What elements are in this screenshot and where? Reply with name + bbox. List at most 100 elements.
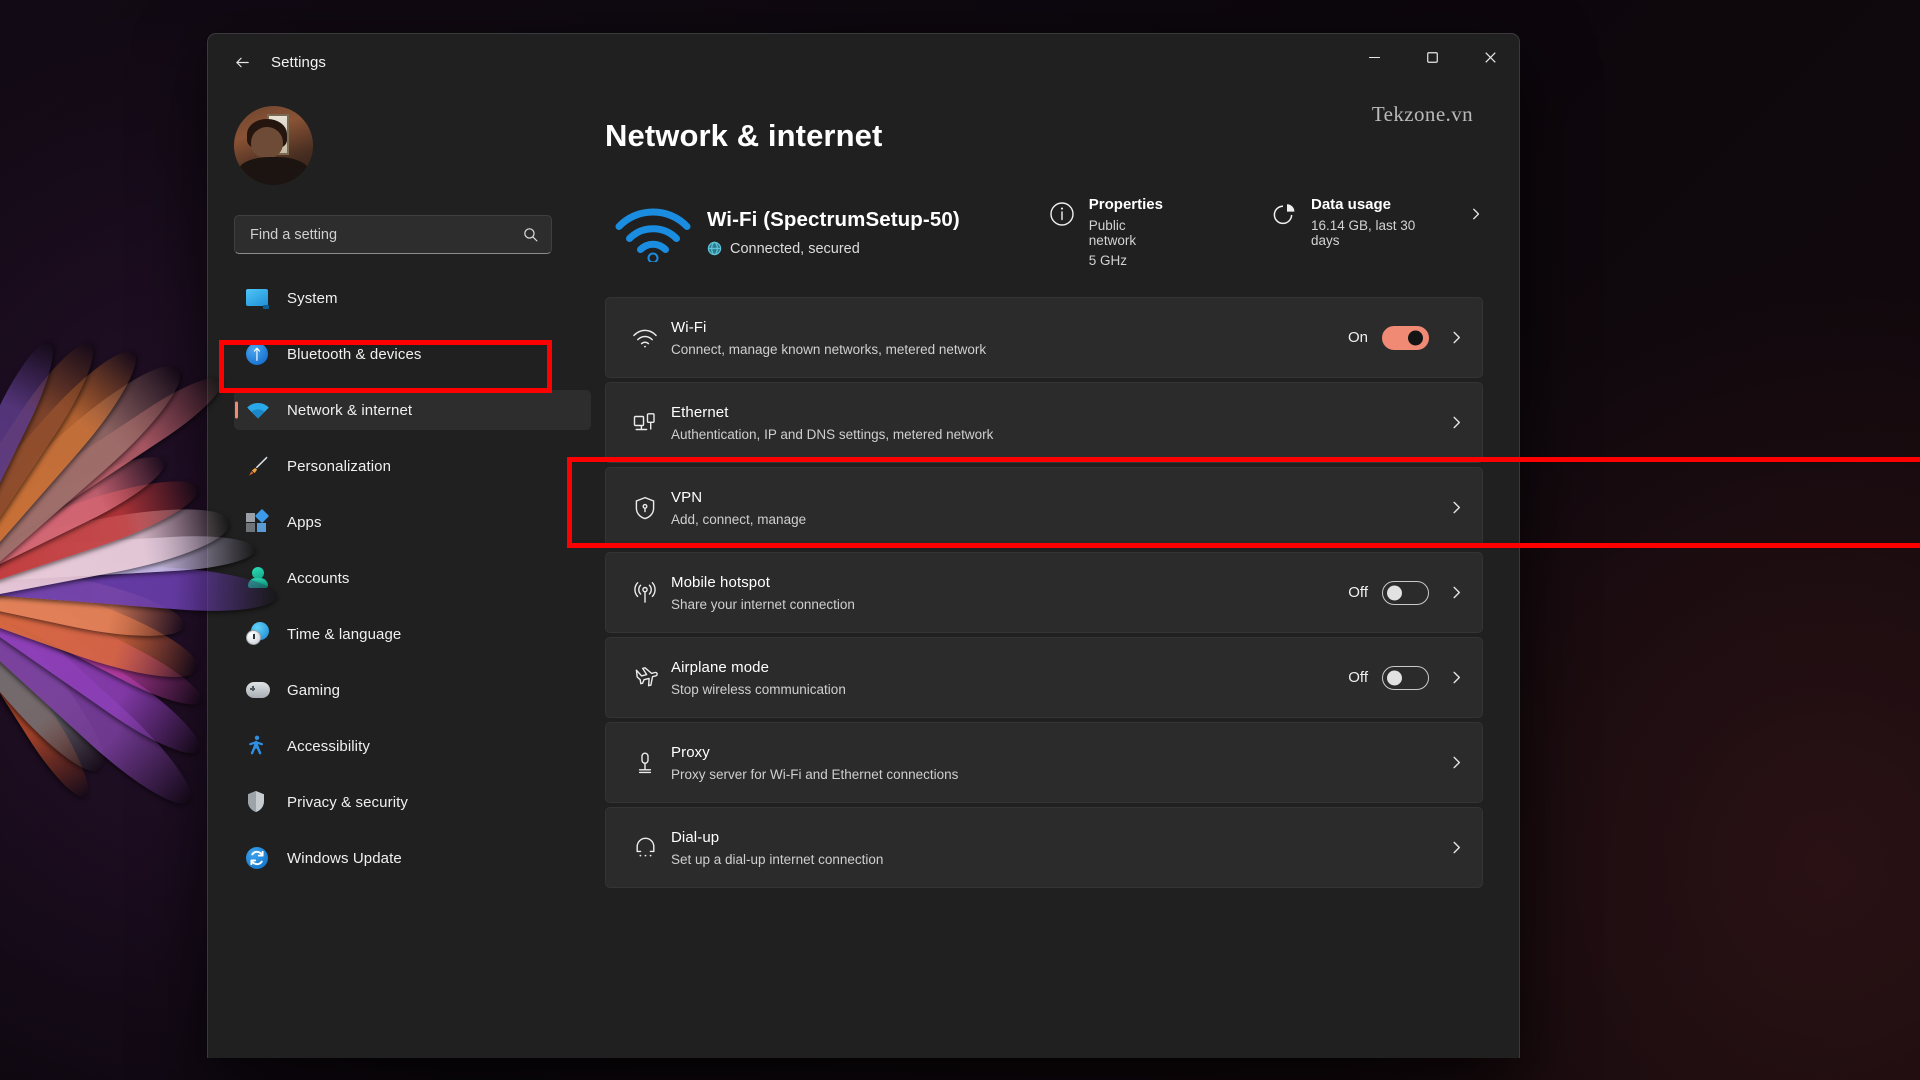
settings-row-subtitle: Authentication, IP and DNS settings, met… — [671, 427, 1429, 442]
paintbrush-icon — [246, 454, 270, 478]
minimize-button[interactable] — [1345, 34, 1403, 81]
chevron-right-icon[interactable] — [1449, 415, 1464, 430]
settings-window: Settings Tekzone.vn — [207, 33, 1520, 1058]
airplane-mode-toggle[interactable] — [1382, 666, 1429, 690]
settings-row-subtitle: Stop wireless communication — [671, 682, 1348, 697]
maximize-icon — [1426, 51, 1439, 64]
ethernet-icon — [628, 412, 662, 434]
sidebar-item-accessibility[interactable]: Accessibility — [234, 726, 591, 766]
settings-row-vpn[interactable]: VPN Add, connect, manage — [605, 467, 1483, 548]
settings-row-airplane-mode[interactable]: Airplane mode Stop wireless communicatio… — [605, 637, 1483, 718]
settings-row-right: Off — [1348, 581, 1464, 605]
settings-row-proxy[interactable]: Proxy Proxy server for Wi-Fi and Etherne… — [605, 722, 1483, 803]
avatar[interactable] — [234, 106, 313, 185]
chevron-right-glyph — [1449, 330, 1464, 345]
wallpaper-bloom-bottom-right — [1630, 850, 1920, 1080]
settings-row-title: Airplane mode — [671, 659, 1348, 676]
sidebar: System ᛏ Bluetooth & devices — [208, 90, 605, 1058]
sidebar-item-label: Personalization — [287, 458, 391, 475]
search-wrapper — [208, 185, 605, 254]
properties-card[interactable]: Properties Public network 5 GHz — [1048, 196, 1163, 268]
airplane-glyph — [633, 666, 658, 689]
search-box[interactable] — [234, 215, 552, 254]
settings-row-body: VPN Add, connect, manage — [671, 489, 1429, 527]
sidebar-item-windows-update[interactable]: Windows Update — [234, 838, 591, 878]
back-button[interactable] — [222, 45, 262, 79]
update-icon — [246, 846, 270, 870]
avatar-face-detail — [251, 127, 283, 159]
pie-chart-icon — [1270, 200, 1298, 228]
sidebar-item-label: Privacy & security — [287, 794, 408, 811]
accessibility-glyph — [246, 734, 268, 757]
toggle-knob — [1408, 330, 1423, 345]
settings-row-title: Mobile hotspot — [671, 574, 1348, 591]
sidebar-item-time-language[interactable]: Time & language — [234, 614, 591, 654]
settings-row-dial-up[interactable]: Dial-up Set up a dial-up internet connec… — [605, 807, 1483, 888]
settings-row-title: VPN — [671, 489, 1429, 506]
settings-row-subtitle: Connect, manage known networks, metered … — [671, 342, 1348, 357]
maximize-button[interactable] — [1403, 34, 1461, 81]
settings-row-right — [1429, 500, 1464, 515]
sidebar-item-network-internet[interactable]: Network & internet — [234, 390, 591, 430]
settings-row-title: Wi-Fi — [671, 319, 1348, 336]
toggle-state-label: Off — [1348, 669, 1368, 686]
globe-icon — [707, 241, 722, 256]
wifi-toggle[interactable] — [1382, 326, 1429, 350]
settings-row-wifi[interactable]: Wi-Fi Connect, manage known networks, me… — [605, 297, 1483, 378]
properties-line-2: 5 GHz — [1089, 253, 1163, 268]
chevron-right-icon[interactable] — [1449, 755, 1464, 770]
back-arrow-icon — [234, 54, 251, 71]
settings-row-body: Dial-up Set up a dial-up internet connec… — [671, 829, 1429, 867]
bluetooth-icon: ᛏ — [246, 342, 270, 366]
title-bar: Settings Tekzone.vn — [208, 34, 1519, 90]
wifi-icon — [628, 327, 662, 349]
mobile-hotspot-toggle[interactable] — [1382, 581, 1429, 605]
sidebar-item-gaming[interactable]: Gaming — [234, 670, 591, 710]
chevron-right-glyph — [1449, 500, 1464, 515]
wifi-signal-icon — [605, 202, 701, 262]
dialup-glyph — [633, 837, 658, 859]
settings-row-subtitle: Set up a dial-up internet connection — [671, 852, 1429, 867]
chevron-right-icon[interactable] — [1449, 670, 1464, 685]
settings-row-body: Airplane mode Stop wireless communicatio… — [671, 659, 1348, 697]
network-name: Wi-Fi (SpectrumSetup-50) — [707, 208, 960, 232]
sidebar-item-personalization[interactable]: Personalization — [234, 446, 591, 486]
avatar-body-detail — [238, 157, 309, 185]
sidebar-item-system[interactable]: System — [234, 278, 591, 318]
wifi-glyph — [632, 327, 658, 349]
system-icon — [246, 286, 270, 310]
settings-row-right: On — [1348, 326, 1464, 350]
sidebar-item-label: Bluetooth & devices — [287, 346, 421, 363]
vpn-shield-icon — [628, 496, 662, 520]
proxy-icon — [628, 751, 662, 775]
chevron-right-glyph — [1449, 755, 1464, 770]
shield-icon — [246, 790, 270, 814]
search-input[interactable] — [250, 227, 522, 243]
sidebar-item-bluetooth-devices[interactable]: ᛏ Bluetooth & devices — [234, 334, 591, 374]
network-state-label: Connected, secured — [730, 241, 860, 257]
chevron-right-icon[interactable] — [1449, 330, 1464, 345]
close-button[interactable] — [1461, 34, 1519, 81]
properties-card-body: Properties Public network 5 GHz — [1089, 196, 1163, 268]
mobile-hotspot-glyph — [633, 582, 657, 604]
sidebar-item-accounts[interactable]: Accounts — [234, 558, 591, 598]
settings-row-body: Proxy Proxy server for Wi-Fi and Etherne… — [671, 744, 1429, 782]
chevron-right-icon[interactable] — [1449, 840, 1464, 855]
settings-row-right — [1429, 840, 1464, 855]
settings-row-ethernet[interactable]: Ethernet Authentication, IP and DNS sett… — [605, 382, 1483, 463]
sidebar-nav-list: System ᛏ Bluetooth & devices — [208, 278, 605, 878]
sidebar-item-privacy-security[interactable]: Privacy & security — [234, 782, 591, 822]
settings-row-body: Wi-Fi Connect, manage known networks, me… — [671, 319, 1348, 357]
gamepad-icon — [246, 678, 270, 702]
chevron-right-icon[interactable] — [1449, 585, 1464, 600]
data-usage-card[interactable]: Data usage 16.14 GB, last 30 days — [1270, 196, 1423, 248]
chevron-right-icon[interactable] — [1449, 500, 1464, 515]
chevron-right-icon[interactable] — [1469, 206, 1483, 222]
settings-row-mobile-hotspot[interactable]: Mobile hotspot Share your internet conne… — [605, 552, 1483, 633]
sidebar-item-apps[interactable]: Apps — [234, 502, 591, 542]
account-avatar-wrapper[interactable] — [208, 90, 605, 185]
properties-title: Properties — [1089, 196, 1163, 213]
settings-row-title: Dial-up — [671, 829, 1429, 846]
status-cards: Properties Public network 5 GHz — [1048, 196, 1483, 268]
settings-rows: Wi-Fi Connect, manage known networks, me… — [605, 297, 1483, 888]
